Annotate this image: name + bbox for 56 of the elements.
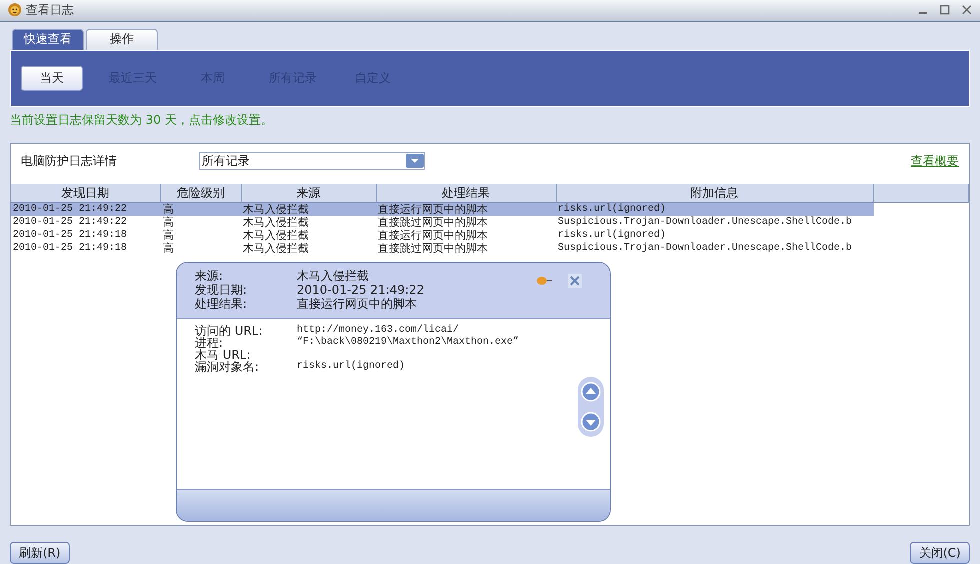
- table-cell-text: 直接跳过网页中的脚本: [377, 216, 489, 230]
- column-header[interactable]: 处理结果: [376, 184, 557, 202]
- detail-label: 处理结果:: [195, 297, 248, 312]
- tab[interactable]: 操作: [86, 28, 158, 50]
- detail-value: 木马入侵拦截: [297, 269, 370, 284]
- table-cell-text: 高: [162, 242, 175, 256]
- detail-value: 直接运行网页中的脚本: [297, 297, 418, 312]
- table-cell-text: 高: [162, 229, 175, 242]
- detail-label: 发现日期:: [195, 283, 248, 298]
- summary-link[interactable]: 查看概要: [911, 152, 959, 170]
- table-cell-text: 木马入侵拦截: [242, 242, 310, 256]
- detail-label: 木马 URL:: [195, 349, 251, 362]
- table-cell-text: 木马入侵拦截: [242, 216, 310, 230]
- table-cell-text: 2010-01-25 21:49:22: [12, 216, 128, 230]
- column-header[interactable]: 发现日期: [11, 184, 162, 202]
- table-cell-text: 2010-01-25 21:49:18: [12, 229, 128, 242]
- close-button[interactable]: 关闭(C): [910, 542, 970, 564]
- detail-value: “F:\back\080219\Maxthon2\Maxthon.exe”: [297, 337, 520, 350]
- detail-value: 2010-01-25 21:49:22: [297, 283, 426, 298]
- detail-label: 访问的 URL:: [195, 325, 264, 338]
- table-cell-text: 高: [162, 216, 175, 230]
- close-icon[interactable]: [568, 274, 582, 288]
- table-cell-text: Suspicious.Trojan-Downloader.Unescape.ShellCode.b: [557, 216, 854, 230]
- refresh-button[interactable]: 刷新(R): [10, 542, 70, 564]
- table-cell-text: risks.url(ignored): [557, 229, 668, 242]
- detail-label: 来源:: [195, 269, 224, 284]
- filter-dropdown[interactable]: 所有记录: [199, 152, 425, 170]
- table-cell-text: Suspicious.Trojan-Downloader.Unescape.ShellCode.b: [557, 242, 854, 256]
- detail-value: http://money.163.com/licai/: [297, 325, 460, 336]
- section-label: 电脑防护日志详情: [21, 152, 118, 170]
- close-icon[interactable]: [962, 5, 972, 16]
- table-cell-text: 2010-01-25 21:49:22: [12, 203, 128, 216]
- table-cell-text: 直接跳过网页中的脚本: [377, 242, 489, 256]
- table-cell-text: risks.url(ignored): [557, 203, 668, 216]
- detail-value: risks.url(ignored): [297, 361, 406, 374]
- table-row[interactable]: 2010-01-25 21:49:22 高 木马入侵拦截 直接跳过网页中的脚本 Suspicious.Trojan-Downloader.Unescape.ShellCode.b: [11, 216, 874, 230]
- scroll-up-icon[interactable]: [581, 382, 601, 402]
- table-cell-text: 直接运行网页中的脚本: [377, 229, 489, 242]
- period-button[interactable]: 当天: [21, 66, 83, 92]
- table-cell-text: 高: [162, 203, 175, 216]
- table-row[interactable]: 2010-01-25 21:49:22 高 木马入侵拦截 直接运行网页中的脚本 risks.url(ignored): [11, 203, 874, 216]
- table-cell-text: 木马入侵拦截: [242, 203, 310, 216]
- tab[interactable]: 快速查看: [12, 28, 84, 50]
- table-cell-text: 木马入侵拦截: [242, 229, 310, 242]
- detail-label: 漏洞对象名:: [195, 361, 260, 374]
- column-header[interactable]: 附加信息: [556, 184, 874, 202]
- table-cell-text: 直接运行网页中的脚本: [377, 203, 489, 216]
- column-header[interactable]: 危险级别: [161, 184, 242, 202]
- detail-label: 进程:: [195, 337, 224, 350]
- maximize-icon[interactable]: [940, 5, 950, 16]
- window-title: 查看日志: [26, 2, 74, 19]
- table-row[interactable]: 2010-01-25 21:49:18 高 木马入侵拦截 直接跳过网页中的脚本 Suspicious.Trojan-Downloader.Unescape.ShellCode.b: [11, 242, 874, 256]
- scroll-down-icon[interactable]: [581, 412, 601, 432]
- table-row[interactable]: 2010-01-25 21:49:18 高 木马入侵拦截 直接运行网页中的脚本 risks.url(ignored): [11, 229, 874, 242]
- table-cell-text: 2010-01-25 21:49:18: [12, 242, 128, 256]
- column-header[interactable]: 来源: [242, 184, 377, 202]
